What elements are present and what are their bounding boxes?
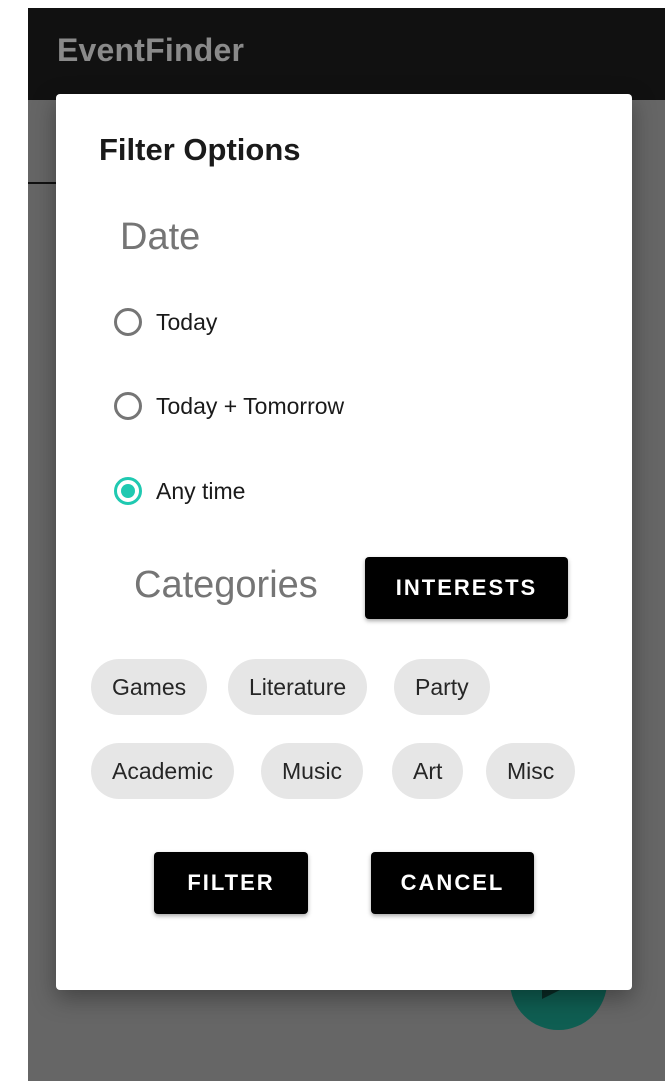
- chip-literature[interactable]: Literature: [228, 659, 368, 715]
- dialog-title: Filter Options: [99, 132, 301, 167]
- radio-selected-icon[interactable]: [114, 477, 142, 505]
- app-bar: EventFinder: [28, 8, 665, 100]
- chip-party[interactable]: Party: [394, 659, 490, 715]
- radio-unselected-icon[interactable]: [114, 392, 142, 420]
- radio-today[interactable]: Today: [114, 302, 217, 342]
- radio-label: Today: [156, 308, 218, 335]
- chip-misc[interactable]: Misc: [486, 743, 576, 799]
- date-heading: Date: [120, 216, 201, 258]
- categories-heading: Categories: [134, 564, 318, 606]
- app-title: EventFinder: [57, 32, 245, 68]
- interests-button[interactable]: INTERESTS: [365, 557, 568, 619]
- chip-art[interactable]: Art: [392, 743, 464, 799]
- chip-academic[interactable]: Academic: [91, 743, 234, 799]
- filter-button[interactable]: FILTER: [154, 852, 308, 914]
- chip-games[interactable]: Games: [91, 659, 208, 715]
- app-screen: EventFinder Filter Options Date Today To…: [28, 8, 665, 1081]
- radio-label: Today + Tomorrow: [156, 392, 345, 419]
- filter-dialog: Filter Options Date Today Today + Tomorr…: [56, 94, 632, 990]
- cancel-button[interactable]: CANCEL: [371, 852, 534, 914]
- radio-label: Any time: [156, 477, 246, 504]
- radio-today-tomorrow[interactable]: Today + Tomorrow: [114, 386, 344, 426]
- chip-music[interactable]: Music: [261, 743, 364, 799]
- radio-any-time[interactable]: Any time: [114, 471, 245, 511]
- radio-unselected-icon[interactable]: [114, 308, 142, 336]
